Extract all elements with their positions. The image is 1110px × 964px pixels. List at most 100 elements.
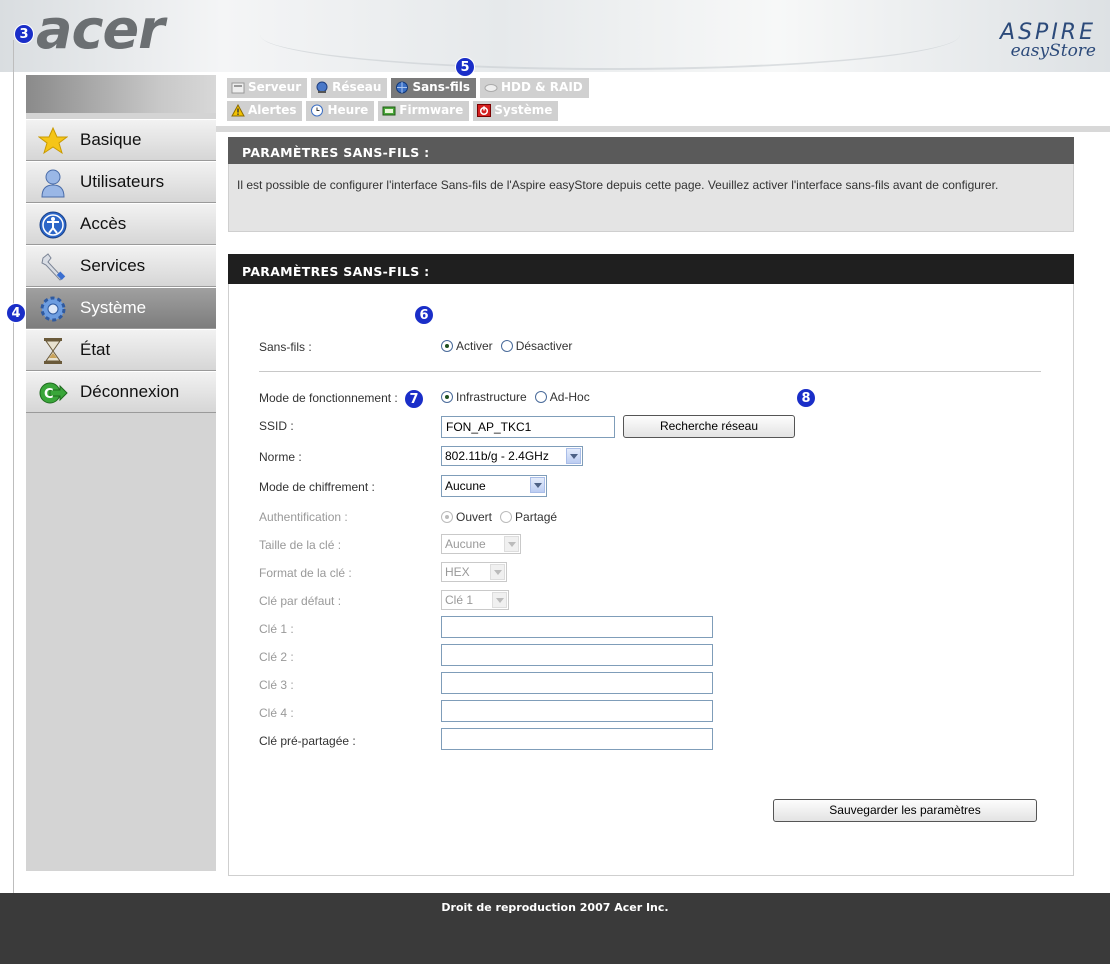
tab-bar: Serveur Réseau Sans-fils HDD & RAID Aler… bbox=[227, 78, 593, 124]
psk-input[interactable] bbox=[441, 728, 713, 750]
key1-group bbox=[441, 616, 713, 638]
keysize-label: Taille de la clé : bbox=[259, 538, 342, 552]
callout-badge-3: 3 bbox=[14, 24, 34, 44]
logout-icon: C bbox=[39, 382, 68, 404]
wireless-enable-option[interactable]: Activer bbox=[441, 339, 493, 353]
sidebar-item-basique[interactable]: Basique bbox=[26, 119, 216, 161]
tab-sans-fils[interactable]: Sans-fils bbox=[391, 78, 476, 98]
mode-infrastructure-radio[interactable] bbox=[441, 391, 453, 403]
mode-adhoc-option[interactable]: Ad-Hoc bbox=[534, 390, 590, 404]
scan-network-button[interactable]: Recherche réseau bbox=[623, 415, 795, 438]
defaultkey-select[interactable]: Clé 1 bbox=[441, 590, 509, 610]
svg-text:C: C bbox=[44, 387, 54, 402]
tab-firmware[interactable]: Firmware bbox=[378, 101, 470, 121]
tab-hdd-raid[interactable]: HDD & RAID bbox=[480, 78, 589, 98]
sidebar-item-label: Déconnexion bbox=[80, 382, 180, 401]
norm-select[interactable]: 802.11b/g - 2.4GHz bbox=[441, 446, 583, 466]
auth-radio-group: Ouvert Partagé bbox=[441, 510, 561, 524]
key2-group bbox=[441, 644, 713, 666]
mode-infrastructure-option[interactable]: Infrastructure bbox=[441, 390, 527, 404]
chevron-down-icon bbox=[566, 448, 581, 464]
keyformat-select[interactable]: HEX bbox=[441, 562, 507, 582]
gear-icon bbox=[40, 296, 66, 322]
keysize-select[interactable]: Aucune bbox=[441, 534, 521, 554]
encryption-group: Aucune bbox=[441, 475, 547, 497]
keysize-group: Aucune bbox=[441, 534, 521, 554]
defaultkey-group: Clé 1 bbox=[441, 590, 509, 610]
defaultkey-label: Clé par défaut : bbox=[259, 594, 342, 608]
intro-panel-text: Il est possible de configurer l'interfac… bbox=[228, 164, 1074, 232]
auth-shared-radio[interactable] bbox=[500, 511, 513, 523]
sidebar-item-etat[interactable]: État bbox=[26, 329, 216, 371]
tab-label: Serveur bbox=[248, 80, 302, 94]
key1-input[interactable] bbox=[441, 616, 713, 638]
header-banner: acer ASPIRE easyStore bbox=[0, 0, 1110, 72]
sidebar-item-services[interactable]: Services bbox=[26, 245, 216, 287]
wireless-disable-radio[interactable] bbox=[500, 340, 513, 352]
auth-label: Authentification : bbox=[259, 510, 348, 524]
wireless-disable-label: Désactiver bbox=[515, 339, 573, 353]
tab-serveur[interactable]: Serveur bbox=[227, 78, 308, 98]
norm-group: 802.11b/g - 2.4GHz bbox=[441, 446, 583, 466]
server-icon bbox=[231, 82, 245, 94]
ssid-group: FON_AP_TKC1 Recherche réseau bbox=[441, 415, 795, 438]
wireless-enable-radio[interactable] bbox=[441, 340, 453, 352]
tab-label: Heure bbox=[327, 103, 369, 117]
acer-logo: acer bbox=[36, 0, 165, 61]
sidebar-menu: Basique Utilisateurs Accès Services Syst… bbox=[26, 119, 216, 413]
sidebar-item-acces[interactable]: Accès bbox=[26, 203, 216, 245]
auth-open-option[interactable]: Ouvert bbox=[441, 510, 492, 524]
page-divider bbox=[13, 40, 14, 893]
tab-heure[interactable]: Heure bbox=[306, 101, 375, 121]
tab-systeme[interactable]: Système bbox=[473, 101, 559, 121]
callout-badge-5: 5 bbox=[455, 57, 475, 77]
mode-adhoc-label: Ad-Hoc bbox=[549, 390, 590, 404]
key4-group bbox=[441, 700, 713, 722]
save-settings-button[interactable]: Sauvegarder les paramètres bbox=[773, 799, 1037, 822]
wireless-radio-group: Activer Désactiver bbox=[441, 339, 576, 353]
wireless-label: Sans-fils : bbox=[259, 340, 312, 354]
key3-input[interactable] bbox=[441, 672, 713, 694]
chevron-down-icon bbox=[490, 564, 505, 580]
tab-row-2: Alertes Heure Firmware Système bbox=[227, 101, 593, 121]
auth-open-radio[interactable] bbox=[441, 511, 453, 523]
star-icon bbox=[38, 126, 68, 155]
sidebar-item-utilisateurs[interactable]: Utilisateurs bbox=[26, 161, 216, 203]
tab-reseau[interactable]: Réseau bbox=[311, 78, 388, 98]
chevron-down-icon bbox=[530, 477, 545, 493]
auth-shared-label: Partagé bbox=[515, 510, 558, 524]
keyformat-select-value: HEX bbox=[445, 565, 470, 579]
tab-alertes[interactable]: Alertes bbox=[227, 101, 303, 121]
mode-adhoc-radio[interactable] bbox=[534, 391, 547, 403]
ssid-input[interactable]: FON_AP_TKC1 bbox=[441, 415, 615, 438]
key4-label: Clé 4 : bbox=[259, 706, 294, 720]
wireless-settings-form: Sans-fils : Activer Désactiver Mode de f… bbox=[228, 284, 1074, 876]
tab-label: Réseau bbox=[332, 80, 382, 94]
wireless-disable-option[interactable]: Désactiver bbox=[500, 339, 573, 353]
callout-badge-6: 6 bbox=[414, 305, 434, 325]
chevron-down-icon bbox=[504, 536, 519, 552]
tab-label: Système bbox=[494, 103, 553, 117]
wireless-enable-label: Activer bbox=[456, 339, 493, 353]
intro-panel: PARAMÈTRES SANS-FILS : Il est possible d… bbox=[228, 137, 1074, 232]
sidebar-item-systeme[interactable]: Système bbox=[26, 287, 216, 329]
sidebar-item-deconnexion[interactable]: C Déconnexion bbox=[26, 371, 216, 413]
power-icon bbox=[477, 104, 492, 117]
brand-easystore: easyStore bbox=[1010, 41, 1096, 61]
sidebar-top-bar bbox=[26, 75, 216, 113]
key4-input[interactable] bbox=[441, 700, 713, 722]
auth-shared-option[interactable]: Partagé bbox=[500, 510, 557, 524]
sidebar-item-label: Accès bbox=[80, 214, 127, 233]
intro-panel-title: PARAMÈTRES SANS-FILS : bbox=[228, 137, 1074, 164]
auth-open-label: Ouvert bbox=[456, 510, 493, 524]
warning-icon bbox=[231, 104, 245, 117]
copyright-text: Droit de reproduction 2007 Acer Inc. bbox=[441, 901, 669, 914]
encryption-select[interactable]: Aucune bbox=[441, 475, 547, 497]
key2-input[interactable] bbox=[441, 644, 713, 666]
wireless-globe-icon bbox=[396, 81, 409, 94]
tab-label: Sans-fils bbox=[412, 80, 470, 94]
wrench-icon bbox=[41, 253, 66, 281]
encryption-select-value: Aucune bbox=[445, 479, 486, 493]
mode-label: Mode de fonctionnement : bbox=[259, 391, 398, 405]
tab-label: Alertes bbox=[248, 103, 297, 117]
